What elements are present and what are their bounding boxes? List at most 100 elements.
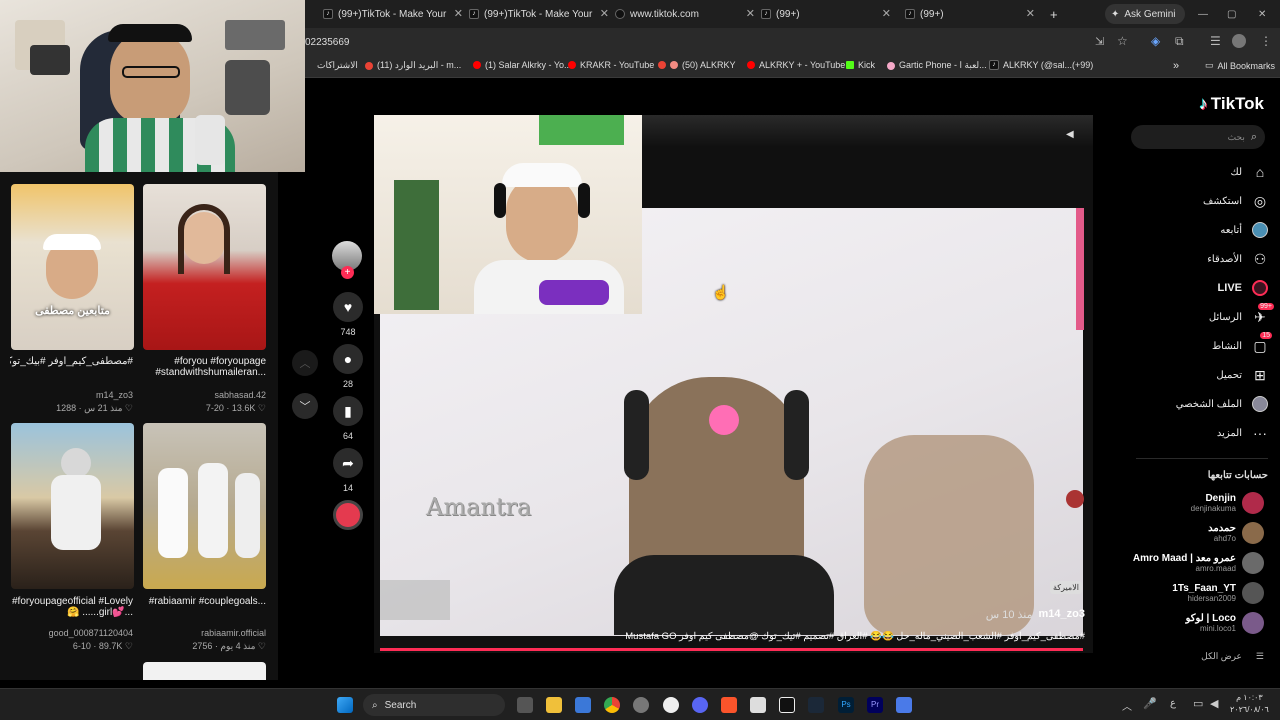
card-caption[interactable]: #foryou #foryoupage #standwithshumailera… <box>143 356 266 382</box>
video-thumbnail[interactable] <box>143 662 266 680</box>
minimize-button[interactable]: — <box>1198 4 1210 24</box>
nav-item-explore[interactable]: استكشف ◎ <box>1203 193 1268 209</box>
search-box[interactable]: بحث ⌕ <box>1131 125 1265 149</box>
app-icon[interactable] <box>750 697 766 713</box>
video-thumbnail[interactable]: متابعين مصطفى <box>11 184 134 350</box>
bookmark-item[interactable]: ♪ ALKRKY (@sal...(+99) <box>989 60 1093 70</box>
following-account[interactable]: Denjin denjinakuma <box>1191 492 1264 514</box>
steam-icon[interactable] <box>808 697 824 713</box>
network-icon[interactable]: ▭ <box>1193 697 1203 710</box>
brave-icon[interactable] <box>721 697 737 713</box>
app-icon[interactable] <box>633 697 649 713</box>
profile-avatar-icon[interactable] <box>1232 34 1246 48</box>
browser-tab[interactable]: ♪ (99+) ✕ <box>761 4 891 24</box>
close-tab-icon[interactable]: ✕ <box>454 7 463 20</box>
video-thumbnail[interactable] <box>11 423 134 589</box>
card-caption[interactable]: #مصطفى_كيم_اوفر #بيك_توكـ... 😂😂😂😂 <box>10 356 133 367</box>
bookmark-item[interactable]: (11) البريد الوارد - m... <box>365 60 461 71</box>
video-thumbnail[interactable] <box>143 184 266 350</box>
volume-icon[interactable]: ◀ <box>1066 129 1074 140</box>
task-view-icon[interactable] <box>517 697 533 713</box>
nav-item-more[interactable]: المزيد ··· <box>1217 425 1268 441</box>
all-bookmarks-button[interactable]: ▭ All Bookmarks <box>1205 60 1275 71</box>
more-bookmarks-icon[interactable]: » <box>1173 60 1179 72</box>
chrome-icon[interactable] <box>604 697 620 713</box>
bookmark-item[interactable]: (50) ALKRKY <box>658 60 736 70</box>
video-thumbnail[interactable] <box>143 423 266 589</box>
clock[interactable]: ١٠:٠٣ م ٢٠٢٦/٠٨/٠٦ <box>1230 692 1269 716</box>
close-tab-icon[interactable]: ✕ <box>1026 7 1035 20</box>
nav-item-friends[interactable]: الأصدقاء ⚇ <box>1207 251 1268 267</box>
tiktok-logo[interactable]: ♪ TikTok <box>1199 94 1264 114</box>
premiere-icon[interactable]: Pr <box>867 697 883 713</box>
video-player[interactable]: ··· ◀ Amantra الاميركة منذ 10 س m14 <box>374 115 1093 653</box>
comment-button[interactable]: ● <box>333 344 363 374</box>
following-account[interactable]: حمدمد ahd7o <box>1208 522 1264 544</box>
bookmark-item[interactable]: Kick <box>846 60 875 70</box>
card-username[interactable]: m14_zo3 <box>10 390 133 400</box>
tray-chevron-icon[interactable]: ︿ <box>1122 698 1132 713</box>
browser-tab[interactable]: www.tiktok.com ✕ <box>615 4 755 24</box>
language-indicator[interactable]: ع <box>1170 698 1176 709</box>
ask-gemini-button[interactable]: ✦ Ask Gemini <box>1105 4 1185 24</box>
windows-start-icon[interactable] <box>337 697 353 713</box>
live-avatar[interactable] <box>1066 490 1084 508</box>
nav-item-activity[interactable]: النشاط ▢ 15 <box>1212 332 1272 354</box>
card-caption[interactable]: #foryoupageofficial #Lovely🤗 ......girl💕… <box>10 596 133 622</box>
following-account[interactable]: Amro Maad | عمرو معد amro.maad <box>1133 552 1264 574</box>
store-icon[interactable] <box>575 697 591 713</box>
bookmark-item[interactable]: Gartic Phone - لعبة ا... <box>887 60 987 71</box>
maximize-button[interactable]: ▢ <box>1227 4 1239 24</box>
card-caption[interactable]: #rabiaamir #couplegoals... <box>143 596 266 622</box>
nav-item-live[interactable]: LIVE <box>1218 280 1268 296</box>
close-window-button[interactable]: ✕ <box>1258 4 1270 24</box>
browser-tab[interactable]: ♪ (99+) ✕ <box>905 4 1035 24</box>
browser-tab[interactable]: ♪(99+)TikTok - Make Your Day✕ <box>469 4 609 24</box>
bookmark-item[interactable]: ALKRKY + - YouTube <box>747 60 845 70</box>
nav-item-upload[interactable]: تحميل ⊞ <box>1216 367 1268 383</box>
close-tab-icon[interactable]: ✕ <box>882 7 891 20</box>
capcut-icon[interactable] <box>779 697 795 713</box>
bookmark-item[interactable]: KRAKR - YouTube <box>568 60 654 70</box>
menu-kebab-icon[interactable]: ⋮ <box>1260 34 1272 48</box>
following-account[interactable]: 1Ts_Faan_YT hidersan2009 <box>1172 582 1264 604</box>
share-button[interactable]: ➦ <box>333 448 363 478</box>
following-account[interactable]: لوكو | Loco mini.loco1 <box>1186 612 1264 634</box>
follow-plus-icon[interactable]: + <box>341 266 354 279</box>
close-tab-icon[interactable]: ✕ <box>600 7 609 20</box>
sidebar-toggle-icon[interactable]: ☰ <box>1210 34 1221 48</box>
address-bar[interactable]: 02235669 ⇲ ☆ ◈ ⧉ ☰ ⋮ <box>305 28 1280 56</box>
microphone-icon[interactable]: 🎤 <box>1143 697 1157 710</box>
nav-item-messages[interactable]: الرسائل ✈ 99+ <box>1209 303 1274 325</box>
browser-tab[interactable]: ♪(99+)TikTok - Make Your Day✕ <box>323 4 463 24</box>
close-tab-icon[interactable]: ✕ <box>746 7 755 20</box>
steam-icon[interactable] <box>663 697 679 713</box>
new-tab-button[interactable]: + <box>1050 4 1064 24</box>
photoshop-icon[interactable]: Ps <box>838 697 854 713</box>
extension-icon[interactable]: ◈ <box>1151 34 1160 48</box>
card-username[interactable]: rabiaamir.official <box>143 628 266 638</box>
next-video-button[interactable]: ﹀ <box>292 393 318 419</box>
discord-icon[interactable] <box>692 697 708 713</box>
puzzle-icon[interactable]: ⧉ <box>1175 34 1184 49</box>
save-button[interactable]: ▮ <box>333 396 363 426</box>
progress-track[interactable] <box>380 648 1083 651</box>
bookmark-item[interactable]: الاشتراكات <box>317 60 358 71</box>
app-icon[interactable] <box>896 697 912 713</box>
install-icon[interactable]: ⇲ <box>1095 35 1104 48</box>
file-explorer-icon[interactable] <box>546 697 562 713</box>
star-icon[interactable]: ☆ <box>1117 34 1128 48</box>
card-username[interactable]: sabhasad.42 <box>143 390 266 400</box>
volume-icon[interactable]: ◀ <box>1210 697 1218 710</box>
nav-item-profile[interactable]: الملف الشخصي <box>1176 396 1268 412</box>
nav-item-following[interactable]: أتابعه <box>1220 222 1268 238</box>
taskbar-search[interactable]: ⌕ Search <box>363 694 505 716</box>
previous-video-button[interactable]: ︿ <box>292 350 318 376</box>
sound-disc-icon[interactable] <box>333 500 363 530</box>
video-author[interactable]: m14_zo3 <box>1039 608 1085 621</box>
see-all-link[interactable]: عرض الكل ☰ <box>1201 651 1264 662</box>
like-button[interactable]: ♥ <box>333 292 363 322</box>
nav-item-for-you[interactable]: لك ⌂ <box>1231 164 1268 180</box>
bookmark-item[interactable]: (1) Salar Alkrky - Yo... <box>473 60 572 70</box>
card-username[interactable]: good_000871120404 <box>10 628 133 638</box>
